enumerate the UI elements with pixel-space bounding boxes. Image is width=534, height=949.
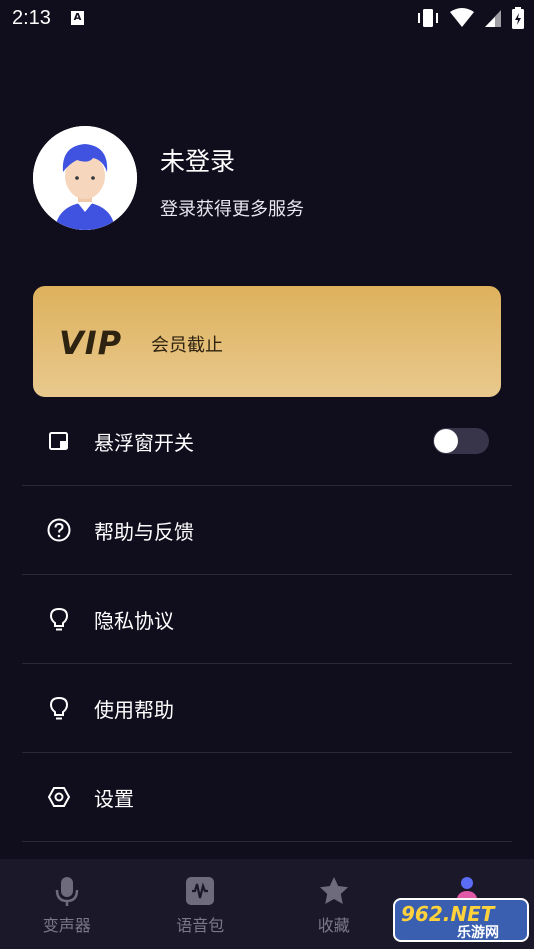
- nav-voice-pack[interactable]: 语音包: [134, 859, 268, 949]
- vip-expiry-text: 会员截止: [151, 335, 223, 356]
- notification-a-icon: A: [70, 11, 84, 25]
- menu-item-label: 悬浮窗开关: [94, 430, 194, 455]
- vibrate-icon: [418, 9, 438, 27]
- nav-favorites[interactable]: 收藏: [267, 859, 401, 949]
- floating-window-icon: [49, 432, 68, 450]
- avatar[interactable]: [33, 126, 137, 230]
- status-bar: 2:13 A: [0, 0, 534, 36]
- wifi-icon: [450, 8, 474, 27]
- floating-window-toggle[interactable]: [433, 428, 489, 454]
- menu-item-usage-help[interactable]: 使用帮助: [22, 664, 512, 753]
- menu-item-floating-window: 悬浮窗开关: [22, 397, 512, 486]
- menu-item-label: 隐私协议: [94, 608, 174, 633]
- menu-item-settings[interactable]: 设置: [22, 753, 512, 842]
- status-icons: [416, 7, 524, 29]
- menu-item-help-feedback[interactable]: 帮助与反馈: [22, 486, 512, 575]
- menu-item-label: 设置: [94, 786, 134, 811]
- watermark-text: 乐游网: [457, 925, 499, 941]
- toggle-knob: [434, 429, 458, 453]
- vip-logo: VIP: [59, 324, 123, 362]
- nav-voice-changer[interactable]: 变声器: [0, 859, 134, 949]
- microphone-icon: [55, 877, 78, 906]
- profile-section[interactable]: 未登录 登录获得更多服务: [33, 126, 503, 230]
- nav-label: 变声器: [42, 916, 91, 935]
- menu-item-label: 使用帮助: [94, 697, 174, 722]
- question-icon: [47, 518, 71, 542]
- vip-card[interactable]: VIP 会员截止: [33, 286, 501, 397]
- login-prompt-text: 登录获得更多服务: [160, 199, 304, 220]
- nav-label: 收藏: [317, 916, 350, 935]
- menu-item-privacy[interactable]: 隐私协议: [22, 575, 512, 664]
- lightbulb-icon: [49, 696, 69, 720]
- waveform-icon: [186, 877, 215, 905]
- star-icon: [319, 877, 348, 904]
- nav-label: 语音包: [176, 916, 225, 935]
- cellular-icon: [485, 10, 501, 27]
- menu-item-label: 帮助与反馈: [94, 519, 194, 544]
- hexagon-settings-icon: [47, 787, 71, 807]
- avatar-illustration: [33, 126, 137, 230]
- lightbulb-icon: [49, 607, 69, 631]
- battery-icon: [512, 7, 524, 29]
- settings-menu: 悬浮窗开关 帮助与反馈 隐私协议 使用帮助 设置: [22, 397, 512, 842]
- site-watermark: 962.NET 乐游网: [393, 898, 529, 942]
- status-time: 2:13: [12, 6, 51, 29]
- login-status-title[interactable]: 未登录: [160, 142, 235, 178]
